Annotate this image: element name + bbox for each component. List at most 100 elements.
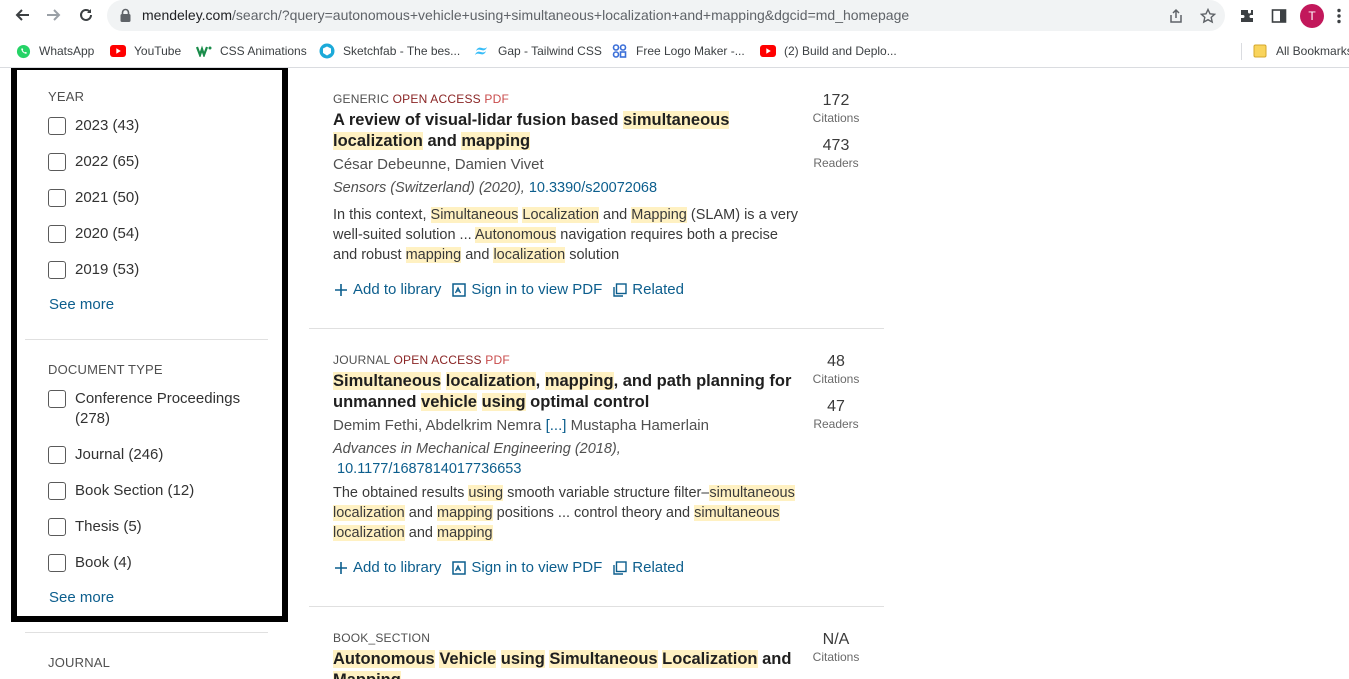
checkbox[interactable] <box>48 446 66 464</box>
result-authors: Demim Fethi, Abdelkrim Nemra [...] Musta… <box>333 417 709 434</box>
facet-title-year: YEAR <box>48 89 85 104</box>
filter-sidebar-highlight <box>11 68 288 622</box>
bookmark-whatsapp[interactable]: WhatsApp <box>15 43 94 59</box>
checkbox[interactable] <box>48 482 66 500</box>
result-divider <box>309 606 884 607</box>
pdf-badge: PDF <box>485 353 510 367</box>
pdf-badge: PDF <box>484 92 510 106</box>
see-more-years-link[interactable]: See more <box>49 296 114 313</box>
result-1-stats: 172 Citations 473 Readers <box>800 92 872 170</box>
pdf-icon <box>451 560 467 576</box>
checkbox[interactable] <box>48 153 66 171</box>
whatsapp-icon <box>15 43 31 59</box>
bookmark-css-animations[interactable]: CSS Animations <box>196 43 307 59</box>
result-actions: Add to library Sign in to view PDF Relat… <box>333 559 803 576</box>
bookmarks-bar: WhatsApp YouTube CSS Animations Sketchfa… <box>0 37 1349 65</box>
result-title-link[interactable]: A review of visual-lidar fusion based si… <box>333 110 803 152</box>
checkbox[interactable] <box>48 117 66 135</box>
side-panel-icon[interactable] <box>1268 5 1290 27</box>
sign-in-pdf-button[interactable]: Sign in to view PDF <box>451 281 602 298</box>
bookmark-tailwind[interactable]: Gap - Tailwind CSS <box>474 43 602 59</box>
share-icon[interactable] <box>1166 6 1186 26</box>
checkbox[interactable] <box>48 554 66 572</box>
result-abstract: The obtained results using smooth variab… <box>333 485 795 541</box>
facet-year-2020[interactable]: 2020 (54) <box>48 225 139 244</box>
facet-doctype-book[interactable]: Book (4) <box>48 554 132 573</box>
profile-avatar[interactable]: T <box>1300 4 1324 28</box>
search-result-3: BOOK_SECTION Autonomous Vehicle using Si… <box>333 631 803 679</box>
bookmark-divider <box>1241 43 1242 60</box>
lock-icon <box>120 8 131 22</box>
result-authors: César Debeunne, Damien Vivet <box>333 156 544 173</box>
checkbox[interactable] <box>48 390 66 408</box>
readers-count: 47 <box>827 398 845 415</box>
checkbox[interactable] <box>48 225 66 243</box>
extensions-icon[interactable] <box>1236 5 1258 27</box>
citations-count: N/A <box>822 631 850 648</box>
all-bookmarks[interactable]: All Bookmarks <box>1252 43 1349 59</box>
facet-doctype-journal[interactable]: Journal (246) <box>48 446 163 465</box>
facet-year-2023[interactable]: 2023 (43) <box>48 117 139 136</box>
plus-icon <box>333 282 349 298</box>
search-result-1: GENERIC OPEN ACCESS PDF A review of visu… <box>333 92 803 298</box>
result-divider <box>309 328 884 329</box>
facet-title-document-type: DOCUMENT TYPE <box>48 362 163 377</box>
checkbox[interactable] <box>48 261 66 279</box>
open-access-badge: OPEN ACCESS <box>392 92 481 106</box>
plus-icon <box>333 560 349 576</box>
result-2-stats: 48 Citations 47 Readers <box>800 353 872 431</box>
result-source: Sensors (Switzerland) (2020), 10.3390/s2… <box>333 180 658 196</box>
related-icon <box>612 560 628 576</box>
citations-count: 48 <box>827 353 845 370</box>
youtube-icon <box>110 43 126 59</box>
add-to-library-button[interactable]: Add to library <box>333 559 441 576</box>
facet-doctype-conference[interactable]: Conference Proceedings (278) <box>48 390 248 429</box>
doi-link[interactable]: 10.3390/s20072068 <box>529 180 657 196</box>
browser-toolbar: mendeley.com/search/?query=autonomous+ve… <box>0 0 1349 32</box>
citations-count: 172 <box>822 92 850 109</box>
facet-doctype-thesis[interactable]: Thesis (5) <box>48 518 142 537</box>
bookmark-logo-maker[interactable]: Free Logo Maker -... <box>612 43 745 59</box>
result-actions: Add to library Sign in to view PDF Relat… <box>333 281 803 298</box>
result-meta: JOURNAL OPEN ACCESS PDF <box>333 353 510 367</box>
related-button[interactable]: Related <box>612 281 684 298</box>
related-button[interactable]: Related <box>612 559 684 576</box>
result-meta: BOOK_SECTION <box>333 631 431 645</box>
address-bar[interactable]: mendeley.com/search/?query=autonomous+ve… <box>107 0 1225 31</box>
bookmark-youtube[interactable]: YouTube <box>110 43 181 59</box>
result-3-stats: N/A Citations <box>800 631 872 664</box>
search-result-2: JOURNAL OPEN ACCESS PDF Simultaneous loc… <box>333 353 803 576</box>
doi-link[interactable]: 10.1177/1687814017736653 <box>337 461 521 477</box>
sidebar-divider <box>25 632 268 633</box>
more-authors-link[interactable]: [...] <box>546 417 567 434</box>
webflow-icon <box>196 43 212 59</box>
pdf-icon <box>451 282 467 298</box>
result-title-link[interactable]: Autonomous Vehicle using Simultaneous Lo… <box>333 649 803 679</box>
url-text: mendeley.com/search/?query=autonomous+ve… <box>142 7 910 23</box>
bookmark-sketchfab[interactable]: Sketchfab - The bes... <box>319 43 460 59</box>
logo-maker-icon <box>612 43 628 59</box>
sign-in-pdf-button[interactable]: Sign in to view PDF <box>451 559 602 576</box>
facet-year-2022[interactable]: 2022 (65) <box>48 153 139 172</box>
forward-arrow-icon[interactable] <box>43 4 65 26</box>
checkbox[interactable] <box>48 518 66 536</box>
result-title-link[interactable]: Simultaneous localization, mapping, and … <box>333 371 803 413</box>
bookmark-build-deploy[interactable]: (2) Build and Deplo... <box>760 43 897 59</box>
back-arrow-icon[interactable] <box>11 4 33 26</box>
reload-icon[interactable] <box>75 4 97 26</box>
sketchfab-icon <box>319 43 335 59</box>
youtube-icon <box>760 43 776 59</box>
facet-year-2021[interactable]: 2021 (50) <box>48 189 139 208</box>
see-more-doctypes-link[interactable]: See more <box>49 589 114 606</box>
readers-count: 473 <box>822 137 850 154</box>
add-to-library-button[interactable]: Add to library <box>333 281 441 298</box>
facet-doctype-book-section[interactable]: Book Section (12) <box>48 482 194 501</box>
checkbox[interactable] <box>48 189 66 207</box>
open-access-badge: OPEN ACCESS <box>393 353 482 367</box>
folder-icon <box>1252 43 1268 59</box>
facet-year-2019[interactable]: 2019 (53) <box>48 261 139 280</box>
star-icon[interactable] <box>1198 6 1218 26</box>
result-source: Advances in Mechanical Engineering (2018… <box>333 441 621 477</box>
result-abstract: In this context, Simultaneous Localizati… <box>333 207 799 263</box>
kebab-menu-icon[interactable] <box>1333 5 1345 27</box>
